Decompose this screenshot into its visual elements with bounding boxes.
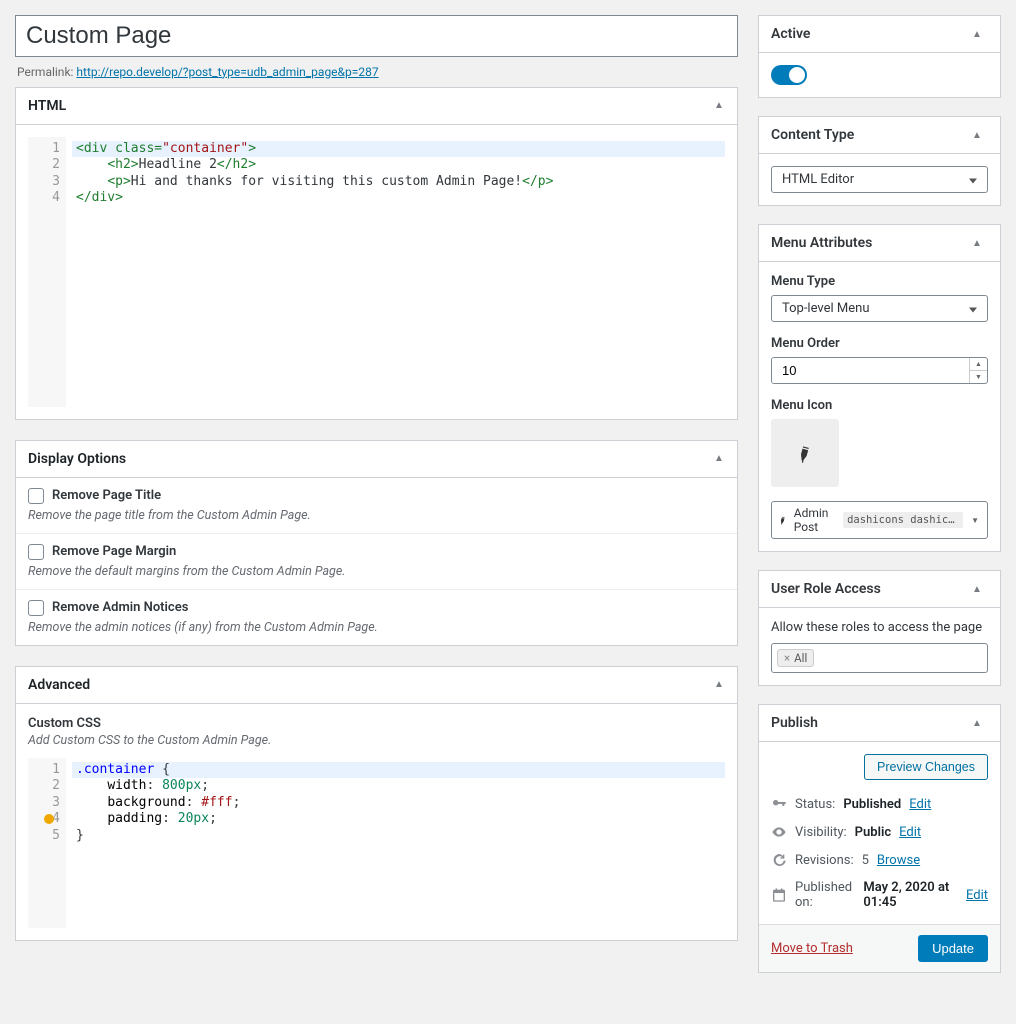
collapse-icon[interactable] [964,29,1000,40]
menu-type-select[interactable]: Top-level Menu [771,295,988,322]
publish-box: Publish Preview Changes Status: Publishe… [758,704,1001,973]
role-access-label: Allow these roles to access the page [771,620,988,643]
title-input[interactable] [15,15,738,57]
css-code-editor[interactable]: 123 4 5 .container { width: 800px; backg… [28,758,725,928]
user-role-title: User Role Access [759,571,893,607]
html-editor-box: HTML 1234 <div class="container"> <h2>He… [15,87,738,420]
display-options-box: Display Options Remove Page Title Remove… [15,440,738,646]
css-gutter: 123 4 5 [28,758,66,928]
menu-order-field[interactable] [772,358,969,383]
custom-css-label: Custom CSS [16,704,737,733]
content-type-box: Content Type HTML Editor [758,116,1001,206]
permalink-link[interactable]: http://repo.develop/?post_type=udb_admin… [76,65,378,79]
menu-attributes-box: Menu Attributes Menu Type Top-level Menu… [758,224,1001,552]
move-to-trash-link[interactable]: Move to Trash [771,941,853,956]
collapse-icon[interactable] [701,453,737,464]
eye-icon [771,824,787,840]
advanced-box-title: Advanced [16,667,102,703]
calendar-icon [771,887,787,903]
edit-visibility-link[interactable]: Edit [899,825,921,840]
key-icon [771,796,787,812]
active-toggle[interactable] [771,65,807,85]
remove-margin-option[interactable]: Remove Page Margin [28,544,725,560]
pin-icon [775,511,790,528]
user-role-box: User Role Access Allow these roles to ac… [758,570,1001,686]
menu-type-label: Menu Type [771,274,988,295]
revisions-row: Revisions: 5 Browse [771,846,988,874]
menu-attributes-title: Menu Attributes [759,225,884,261]
collapse-icon[interactable] [964,584,1000,595]
number-spinner[interactable]: ▲▼ [969,358,987,383]
role-tag-input[interactable]: × All [771,643,988,673]
edit-published-link[interactable]: Edit [966,888,988,903]
permalink-label: Permalink: [17,65,73,79]
remove-margin-checkbox[interactable] [28,544,44,560]
icon-picker[interactable] [771,419,839,487]
content-type-title: Content Type [759,117,866,153]
pin-icon [791,439,818,466]
content-type-select[interactable]: HTML Editor [771,166,988,193]
role-tag-all[interactable]: × All [777,649,814,667]
history-icon [771,852,787,868]
collapse-icon[interactable] [964,238,1000,249]
display-options-title: Display Options [16,441,138,477]
remove-notices-option[interactable]: Remove Admin Notices [28,600,725,616]
visibility-row: Visibility: Public Edit [771,818,988,846]
edit-status-link[interactable]: Edit [909,797,931,812]
collapse-icon[interactable] [964,718,1000,729]
publish-title: Publish [759,705,830,741]
preview-changes-button[interactable]: Preview Changes [864,754,988,780]
permalink-row: Permalink: http://repo.develop/?post_typ… [15,57,738,87]
collapse-icon[interactable] [701,100,737,111]
remove-title-checkbox[interactable] [28,488,44,504]
update-button[interactable]: Update [918,935,988,962]
published-row: Published on: May 2, 2020 at 01:45 Edit [771,874,988,916]
remove-notices-checkbox[interactable] [28,600,44,616]
html-box-title: HTML [16,88,78,124]
menu-order-input[interactable]: ▲▼ [771,357,988,384]
chevron-down-icon: ▼ [969,516,981,525]
browse-revisions-link[interactable]: Browse [877,853,920,868]
active-title: Active [759,16,822,52]
status-row: Status: Published Edit [771,790,988,818]
advanced-box: Advanced Custom CSS Add Custom CSS to th… [15,666,738,941]
collapse-icon[interactable] [701,679,737,690]
remove-title-option[interactable]: Remove Page Title [28,488,725,504]
warning-icon [44,814,54,824]
remove-tag-icon[interactable]: × [784,651,790,665]
custom-css-desc: Add Custom CSS to the Custom Admin Page. [16,733,737,758]
active-box: Active [758,15,1001,98]
collapse-icon[interactable] [964,130,1000,141]
menu-icon-label: Menu Icon [771,398,988,419]
admin-post-selector[interactable]: Admin Post dashicons dashicons-adm... ▼ [771,501,988,539]
html-code-editor[interactable]: 1234 <div class="container"> <h2>Headlin… [28,137,725,407]
html-gutter: 1234 [28,137,66,407]
menu-order-label: Menu Order [771,336,988,357]
dashicon-code: dashicons dashicons-adm... [843,512,963,528]
